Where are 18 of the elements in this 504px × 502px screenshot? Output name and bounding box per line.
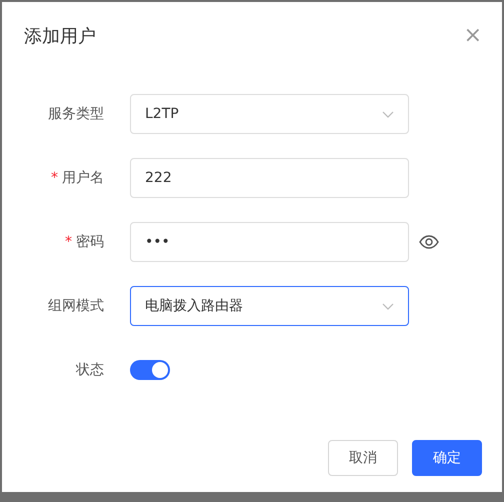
select-field[interactable]: 电脑拨入路由器 [130, 286, 409, 326]
eye-icon[interactable] [419, 235, 439, 249]
chevron-down-icon [382, 302, 394, 310]
field-label: 状态 [76, 361, 105, 379]
field-label: 组网模式 [48, 297, 105, 315]
input-field[interactable]: 222 [130, 158, 409, 198]
confirm-button[interactable]: 确定 [412, 440, 482, 476]
select-field[interactable]: L2TP [130, 94, 409, 134]
input-field[interactable]: ••• [130, 222, 409, 262]
status-switch[interactable] [130, 360, 170, 380]
dialog-title: 添加用户 [24, 25, 96, 48]
required-mark: * [65, 234, 72, 250]
cancel-button[interactable]: 取消 [328, 440, 398, 476]
field-label: 密码 [76, 233, 105, 251]
chevron-down-icon [382, 110, 394, 118]
field-label: 服务类型 [48, 105, 105, 123]
required-mark: * [51, 170, 58, 186]
field-label: 用户名 [62, 169, 105, 187]
